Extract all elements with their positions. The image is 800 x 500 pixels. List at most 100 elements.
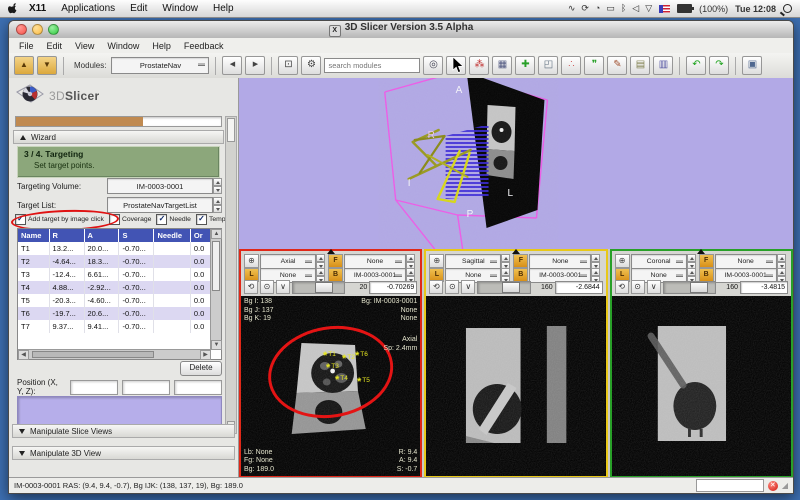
table-hscrollbar[interactable]: ◀ ▶: [18, 349, 211, 359]
menu-help[interactable]: Help: [152, 41, 171, 51]
coronal-fg-select[interactable]: None: [715, 254, 777, 269]
visibility-eye-icon[interactable]: ⊙: [445, 280, 459, 294]
colors-icon[interactable]: ▥: [653, 56, 673, 75]
sagittal-orientation-select[interactable]: Sagittal: [445, 254, 501, 269]
table-row[interactable]: T3-12.4...6.61...-0.70...0.0: [18, 268, 211, 281]
delete-button[interactable]: Delete: [180, 361, 222, 376]
coronal-offset-field[interactable]: -3.4815: [740, 281, 788, 294]
redo-icon[interactable]: ↷: [709, 56, 729, 75]
link-slices-icon[interactable]: ⟲: [429, 280, 443, 294]
macbar-menu-edit[interactable]: Edit: [130, 3, 147, 14]
table-row[interactable]: T6-19.7...20.6...-0.70...0.0: [18, 307, 211, 320]
table-row[interactable]: T5-20.3...-4.60...-0.70...0.0: [18, 294, 211, 307]
error-icon[interactable]: ✕: [768, 481, 778, 491]
target-list-spinner[interactable]: [213, 197, 222, 213]
panel-collapse-icon[interactable]: [512, 249, 520, 254]
search-modules-icon[interactable]: ◎: [423, 56, 443, 75]
editor-icon[interactable]: ✎: [607, 56, 627, 75]
macbar-menu-help[interactable]: Help: [213, 3, 234, 14]
module-forward-button[interactable]: ▶: [245, 56, 265, 75]
axial-fg-select[interactable]: None: [344, 254, 406, 269]
screenshot-icon[interactable]: ▣: [742, 56, 762, 75]
load-scene-icon[interactable]: ▲: [14, 56, 34, 75]
fit-view-icon[interactable]: ⊕: [244, 254, 259, 268]
fit-view-icon[interactable]: ⊕: [615, 254, 630, 268]
position-x-field[interactable]: [70, 380, 118, 395]
save-scene-icon[interactable]: ▼: [37, 56, 57, 75]
target-list-select[interactable]: ProstateNavTargetList: [107, 197, 213, 213]
apple-menu[interactable]: [8, 2, 19, 15]
titlebar[interactable]: X3D Slicer Version 3.5 Alpha: [9, 21, 793, 39]
panel-collapse-icon[interactable]: [697, 249, 705, 254]
module-hierarchy-icon[interactable]: ⁂: [469, 56, 489, 75]
menu-view[interactable]: View: [75, 41, 94, 51]
status-input[interactable]: [696, 479, 764, 492]
sagittal-slice-slider[interactable]: [477, 281, 530, 294]
fg-layer-icon[interactable]: F: [513, 254, 528, 268]
checkbox-needle[interactable]: ✓: [156, 214, 167, 225]
panel-collapse-icon[interactable]: [327, 249, 335, 254]
slice-options-icon[interactable]: ∨: [647, 280, 661, 294]
link-slices-icon[interactable]: ⟲: [244, 280, 258, 294]
fiducials-icon[interactable]: ✚: [515, 56, 535, 75]
undo-icon[interactable]: ↶: [686, 56, 706, 75]
axial-slice-slider[interactable]: [292, 281, 345, 294]
target-marker-t6[interactable]: *T6: [355, 351, 368, 358]
menu-file[interactable]: File: [19, 41, 34, 51]
scroll-left-icon[interactable]: ◀: [18, 350, 29, 360]
menu-feedback[interactable]: Feedback: [184, 41, 224, 51]
bluetooth-icon[interactable]: ᛒ: [621, 3, 626, 14]
manipulate-slice-views-header[interactable]: Manipulate Slice Views: [12, 424, 235, 438]
us-flag-icon[interactable]: [659, 5, 670, 13]
menu-window[interactable]: Window: [107, 41, 139, 51]
table-row[interactable]: T79.37...9.41...-0.70...0.0: [18, 320, 211, 333]
module-select[interactable]: ProstateNav: [111, 57, 209, 74]
manipulate-3d-view-header[interactable]: Manipulate 3D View: [12, 446, 235, 460]
slice-options-icon[interactable]: ∨: [461, 280, 475, 294]
visibility-eye-icon[interactable]: ⊙: [260, 280, 274, 294]
target-marker-t5[interactable]: *T5: [357, 377, 370, 384]
menubar-clock[interactable]: Tue 12:08: [735, 4, 776, 14]
search-modules-input[interactable]: [324, 58, 420, 73]
position-y-field[interactable]: [122, 380, 170, 395]
coronal-slice-image[interactable]: [612, 296, 791, 476]
macbar-menu-applications[interactable]: Applications: [61, 3, 115, 14]
menu-edit[interactable]: Edit: [47, 41, 63, 51]
module-back-button[interactable]: ◀: [222, 56, 242, 75]
visibility-eye-icon[interactable]: ⊙: [631, 280, 645, 294]
macbar-menu-window[interactable]: Window: [162, 3, 198, 14]
transforms-icon[interactable]: ◰: [538, 56, 558, 75]
feedback-bubble-icon[interactable]: ❞: [584, 56, 604, 75]
spotlight-icon[interactable]: [783, 4, 792, 13]
view-3d[interactable]: A R I L P: [239, 78, 793, 249]
scroll-up-icon[interactable]: ▲: [211, 229, 222, 239]
resize-grip-icon[interactable]: ◢: [782, 481, 788, 490]
axial-orientation-select[interactable]: Axial: [260, 254, 316, 269]
slice-options-icon[interactable]: ∨: [276, 280, 290, 294]
wifi-icon[interactable]: ▽: [645, 3, 652, 14]
table-row[interactable]: T113.2...20.0...-0.70...0.0: [18, 242, 211, 255]
target-marker-t1[interactable]: *T1: [323, 351, 336, 358]
table-row[interactable]: T2-4.64...18.3...-0.70...0.0: [18, 255, 211, 268]
sagittal-slice-image[interactable]: [426, 296, 605, 476]
checkbox-template[interactable]: ✓: [196, 214, 207, 225]
display-icon[interactable]: ▭: [606, 3, 615, 14]
sync-icon[interactable]: ⟳: [581, 3, 589, 14]
coronal-orientation-select[interactable]: Coronal: [631, 254, 687, 269]
position-z-field[interactable]: [174, 380, 222, 395]
axial-slice-image[interactable]: Bg I: 138 Bg J: 137 Bg K: 19 Bg: IM-0003…: [241, 296, 420, 476]
target-marker-t3[interactable]: *T3: [326, 363, 339, 370]
table-row[interactable]: T44.88...-2.92...-0.70...0.0: [18, 281, 211, 294]
target-marker-t2[interactable]: *T2: [342, 354, 355, 361]
fg-layer-icon[interactable]: F: [699, 254, 714, 268]
fg-layer-icon[interactable]: F: [328, 254, 343, 268]
sagittal-offset-field[interactable]: -2.6844: [555, 281, 603, 294]
modules-cube-icon[interactable]: ▦: [492, 56, 512, 75]
axial-offset-field[interactable]: -0.70269: [369, 281, 417, 294]
panel-scrollbar[interactable]: [225, 116, 237, 434]
network-graph-icon[interactable]: ∿: [568, 3, 576, 14]
clock-icon[interactable]: ◔: [595, 3, 600, 14]
wizard-section-header[interactable]: Wizard: [13, 130, 224, 144]
sagittal-fg-select[interactable]: None: [529, 254, 591, 269]
targeting-volume-spinner[interactable]: [213, 178, 222, 194]
